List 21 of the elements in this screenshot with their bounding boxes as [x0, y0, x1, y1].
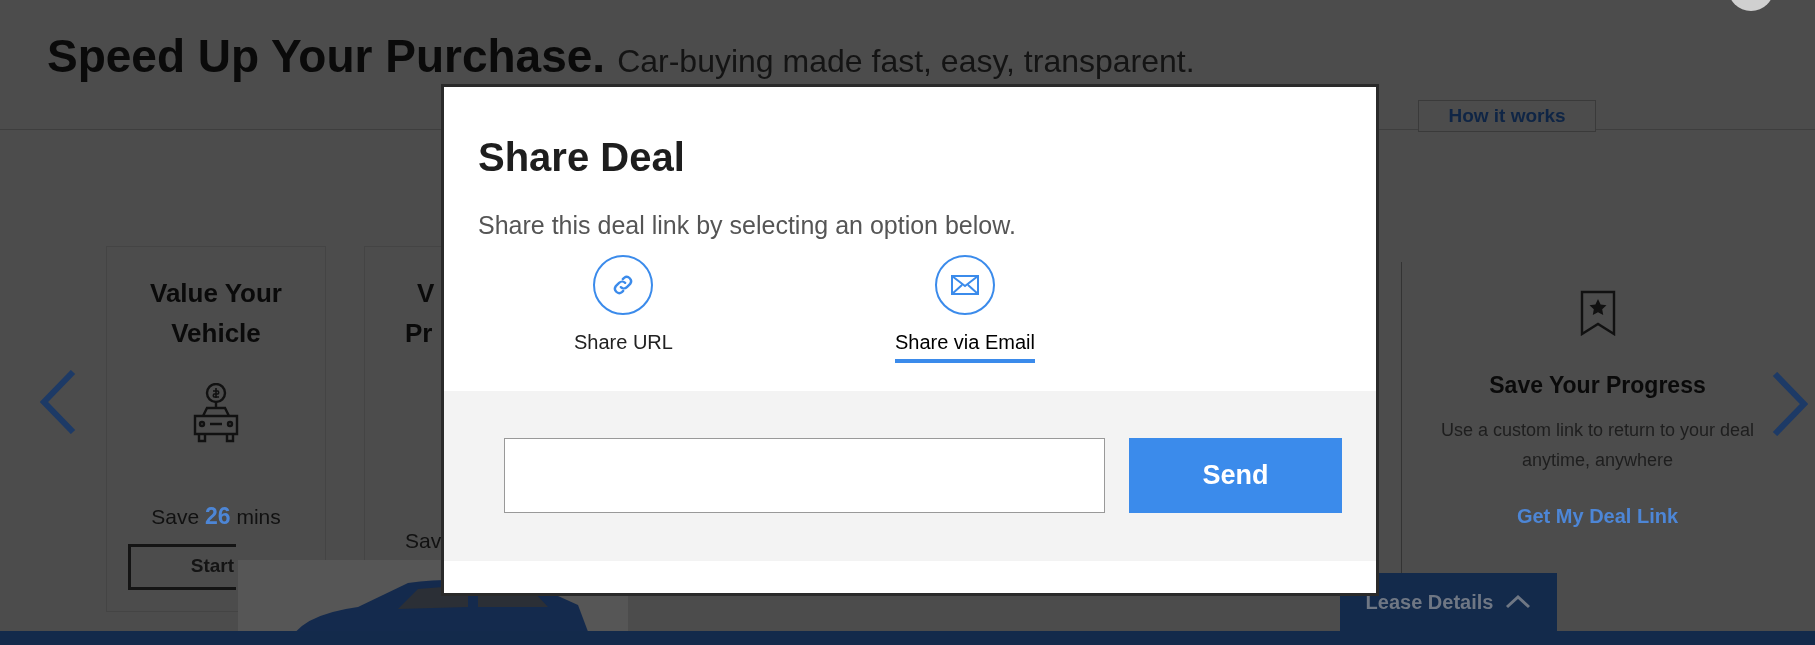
- dialog-subtitle: Share this deal link by selecting an option below.: [478, 210, 1017, 241]
- how-it-works-tab[interactable]: How it works: [1418, 100, 1596, 132]
- envelope-icon: [950, 273, 979, 296]
- page-tagline: Car-buying made fast, easy, transparent.: [617, 42, 1195, 81]
- bookmark-star-icon: [1579, 290, 1616, 336]
- time-saved-text: Sav: [405, 528, 442, 554]
- card-title: V Pr: [405, 277, 435, 350]
- deal-link[interactable]: Get My Deal Link: [1516, 500, 1679, 531]
- feature-title: Save Your Progress: [1489, 371, 1706, 400]
- start-button[interactable]: Start: [128, 543, 236, 590]
- caret-icon: [1505, 595, 1532, 609]
- car-dollar-icon: [191, 383, 241, 445]
- share-option[interactable]: Share URL: [574, 254, 673, 375]
- lease-details-tab[interactable]: Lease Details: [1340, 573, 1557, 631]
- dialog-title: Share Deal: [478, 134, 686, 181]
- time-saved-text: Save 26 mins: [151, 502, 281, 531]
- send-button[interactable]: Send: [1129, 438, 1342, 513]
- page-title: Speed Up Your Purchase.: [47, 29, 606, 84]
- share-option[interactable]: Share via Email: [894, 254, 1035, 375]
- email-input[interactable]: [504, 438, 1105, 513]
- card-title: Value Your Vehicle: [150, 277, 282, 350]
